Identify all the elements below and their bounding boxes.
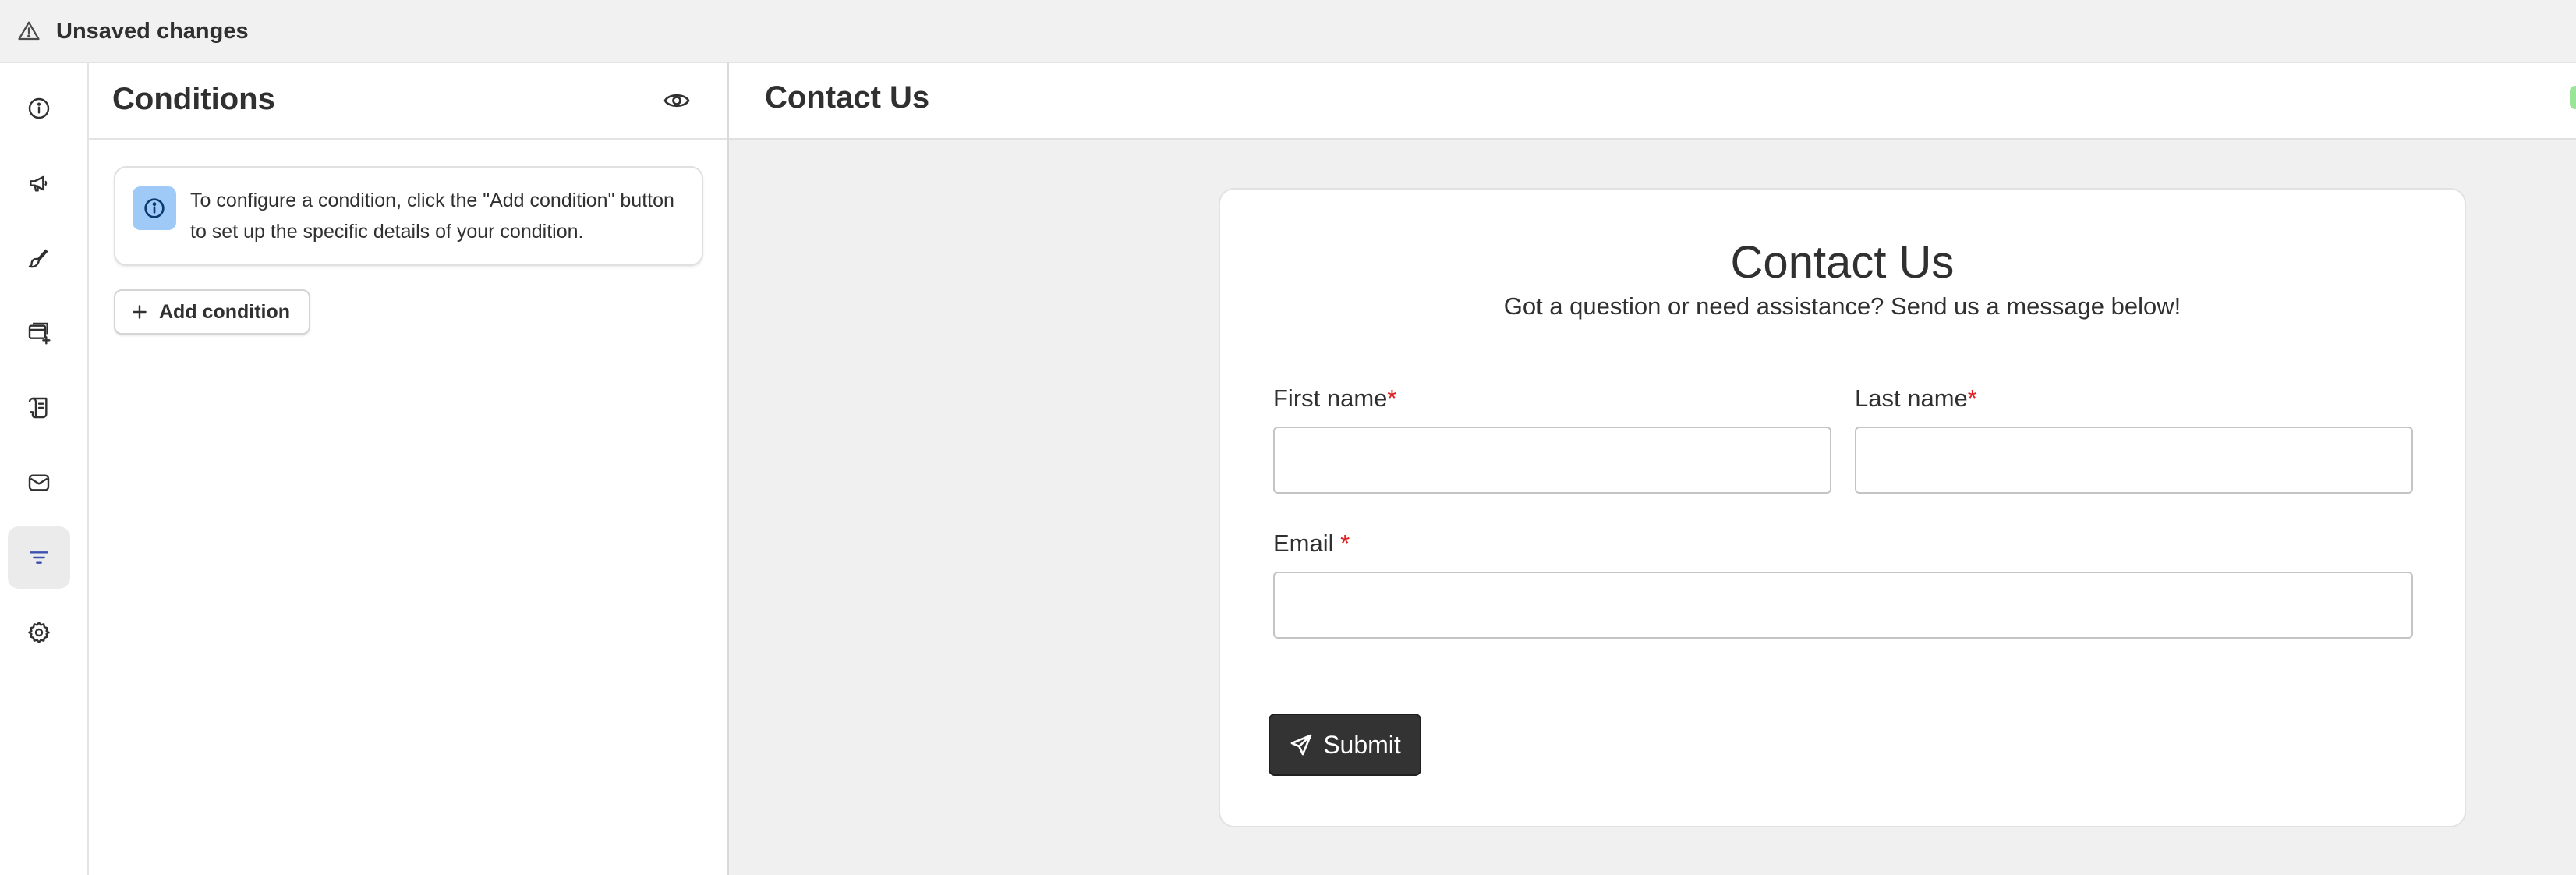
- last-name-input[interactable]: [1855, 427, 2413, 494]
- rail-email-button[interactable]: [8, 452, 70, 514]
- unsaved-changes-text: Unsaved changes: [56, 18, 249, 44]
- submit-button[interactable]: Submit: [1269, 714, 1421, 776]
- gear-icon: [28, 622, 50, 643]
- warning-icon: [18, 21, 40, 41]
- brush-icon: [28, 249, 48, 268]
- send-icon: [1290, 734, 1312, 756]
- rail-design-button[interactable]: [8, 227, 70, 289]
- conditions-info-text: To configure a condition, click the "Add…: [190, 190, 674, 243]
- conditions-panel: Conditions To configure a condition, cli…: [89, 63, 729, 875]
- conditions-title: Conditions: [112, 82, 275, 116]
- add-condition-button[interactable]: Add condition: [114, 289, 311, 335]
- rail-conditions-button[interactable]: [8, 526, 70, 589]
- required-mark: *: [1340, 530, 1350, 557]
- plus-icon: [133, 305, 147, 319]
- form-subtitle: Got a question or need assistance? Send …: [1503, 292, 2181, 320]
- unsaved-changes-bar: Unsaved changes: [0, 0, 2576, 63]
- preview-canvas: Contact Us Got a question or need assist…: [729, 140, 2576, 875]
- filter-icon: [30, 551, 48, 564]
- rail-info-button[interactable]: [8, 77, 70, 140]
- required-mark: *: [1967, 384, 1977, 412]
- rail-announcement-button[interactable]: [8, 152, 70, 214]
- layout-add-icon: [28, 322, 51, 345]
- submit-label: Submit: [1323, 730, 1401, 759]
- icon-rail: [0, 63, 89, 875]
- rail-layout-button[interactable]: [8, 302, 70, 364]
- conditions-info-card: To configure a condition, click the "Add…: [114, 166, 703, 266]
- first-name-input[interactable]: [1273, 427, 1831, 494]
- required-mark: *: [1387, 384, 1397, 412]
- conditions-header: Conditions: [89, 63, 727, 140]
- email-label-text: Email: [1273, 530, 1341, 557]
- mail-icon: [28, 474, 50, 491]
- rail-settings-button[interactable]: [8, 601, 70, 664]
- megaphone-icon: [30, 175, 48, 192]
- status-indicator: [2570, 86, 2576, 109]
- add-condition-label: Add condition: [159, 300, 291, 323]
- last-name-label: Last name*: [1855, 384, 1977, 413]
- first-name-label-text: First name: [1273, 384, 1388, 412]
- preview-header: Contact Us: [729, 63, 2576, 140]
- rail-receipt-button[interactable]: [8, 377, 70, 439]
- last-name-label-text: Last name: [1855, 384, 1968, 412]
- info-badge: [133, 186, 176, 230]
- info-icon: [144, 198, 165, 218]
- email-input[interactable]: [1273, 572, 2413, 639]
- contact-form-card: Contact Us Got a question or need assist…: [1219, 188, 2466, 827]
- receipt-icon: [28, 397, 48, 419]
- email-label: Email *: [1273, 530, 1350, 558]
- eye-icon[interactable]: [663, 87, 691, 115]
- info-icon: [28, 97, 50, 119]
- form-title: Contact Us: [1730, 237, 1955, 288]
- preview-title: Contact Us: [765, 80, 930, 115]
- first-name-label: First name*: [1273, 384, 1397, 413]
